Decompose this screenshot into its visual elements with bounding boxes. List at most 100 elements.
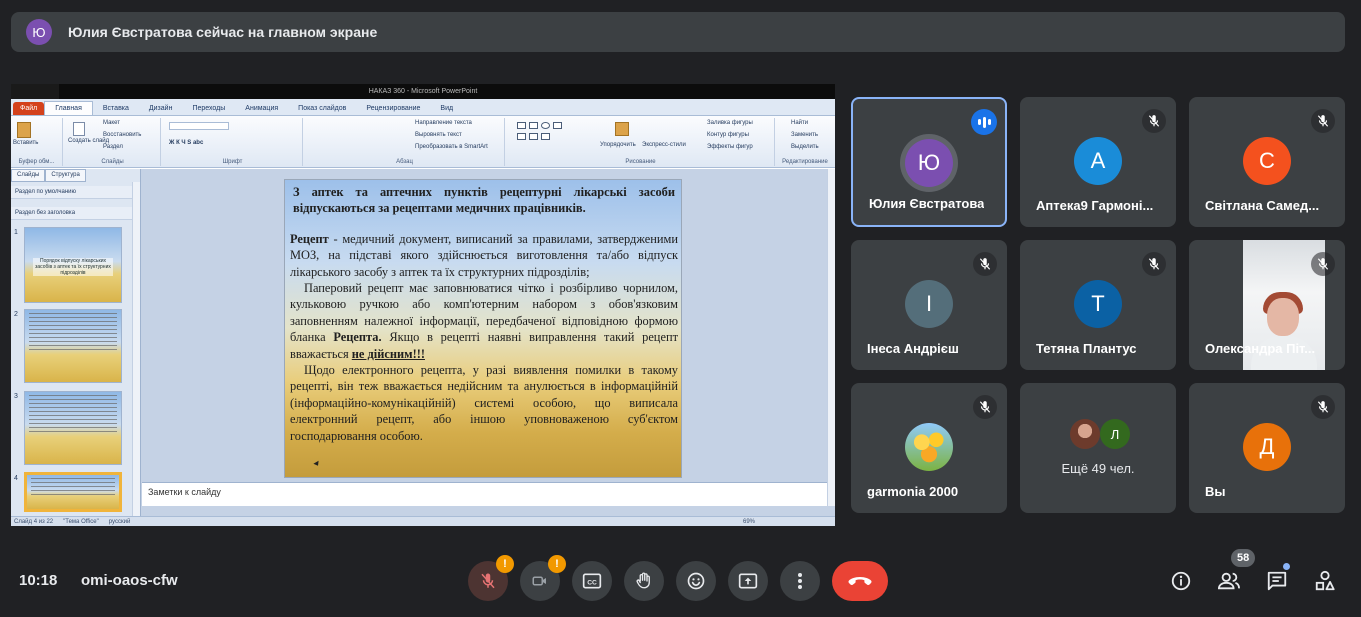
presenting-text: Юлия Євстратова сейчас на главном экране [68, 24, 378, 40]
presenter-avatar: Ю [26, 19, 52, 45]
meeting-code: omi-oaos-cfw [81, 572, 178, 589]
mic-off-icon [1311, 252, 1335, 276]
status-slide: Слайд 4 из 22 [14, 518, 54, 525]
drawing-group-label: Рисование [625, 159, 656, 165]
section-untitled: Раздел без заголовка [11, 207, 140, 220]
status-zoom: 69% [742, 518, 755, 525]
recipe-bold: Рецепта. [333, 330, 382, 345]
text-direction-label: Направление текста [415, 120, 472, 126]
slides-panel-tabs: Слайды Структура [11, 169, 140, 182]
ppt-ribbon: Вставить Буфер обм... Создать слайд Маке… [11, 116, 835, 168]
ribbon-font: Ж К Ч S abc Шрифт [163, 118, 303, 166]
ppt-quick-access [11, 84, 59, 99]
ppt-tab-slideshow: Показ слайдов [298, 105, 347, 112]
ppt-tab-insert: Вставка [102, 105, 129, 112]
invalid-text: не дійсним!!! [351, 346, 425, 361]
people-count-badge: 58 [1231, 549, 1256, 567]
slide-thumb-2 [24, 309, 122, 383]
mic-off-icon [1311, 395, 1335, 419]
shape-triangle-icon [529, 133, 538, 140]
arrange-icon [615, 122, 629, 136]
slide-canvas: З аптек та аптечних пунктів рецептурні л… [142, 169, 827, 480]
chat-icon [1267, 571, 1287, 591]
participant-tile[interactable]: Т Тетяна Плантус [1020, 240, 1176, 370]
activities-button[interactable] [1313, 569, 1337, 593]
more-participants-tile[interactable]: Л Ещё 49 чел. [1020, 383, 1176, 513]
canvas-scrollbar [827, 169, 835, 506]
participant-tile[interactable]: garmonia 2000 [851, 383, 1007, 513]
new-slide-icon [73, 122, 85, 136]
captions-button[interactable]: CC [572, 561, 612, 601]
slide-thumb-1: Порядок відпуску лікарських засобів з ап… [24, 227, 122, 303]
mic-off-icon [1142, 252, 1166, 276]
avatar: Ю [905, 139, 953, 187]
clock: 10:18 [19, 572, 58, 589]
slides-panel-scrollbar [132, 182, 140, 516]
participant-tile-video[interactable]: Олександра Піт... [1189, 240, 1345, 370]
meeting-details-button[interactable] [1169, 569, 1193, 593]
raise-hand-button[interactable] [624, 561, 664, 601]
info-icon [1171, 571, 1191, 591]
mic-off-icon [1311, 109, 1335, 133]
avatar-photo-flowers [905, 423, 953, 471]
shape-line-icon [553, 122, 562, 129]
paste-label: Вставить [13, 140, 39, 146]
participant-tile[interactable]: І Інеса Андрієш [851, 240, 1007, 370]
font-name-box [169, 122, 229, 130]
ppt-title-bar: НАКАЗ 360 - Microsoft PowerPoint [11, 84, 835, 99]
more-options-button[interactable] [780, 561, 820, 601]
chat-button[interactable] [1265, 569, 1289, 593]
ppt-file-tab: Файл [13, 102, 45, 115]
slide-thumb-3 [24, 391, 122, 465]
camera-warning-badge: ! [548, 555, 566, 573]
activities-icon [1315, 570, 1335, 591]
participant-tile-presenter[interactable]: Ю Юлия Євстратова [851, 97, 1007, 227]
shared-screen: НАКАЗ 360 - Microsoft PowerPoint Файл Гл… [11, 84, 835, 526]
emoji-icon [687, 572, 705, 590]
participant-tile[interactable]: А Аптека9 Гармоні... [1020, 97, 1176, 227]
ribbon-editing: Найти Заменить Выделить Редактирование [777, 118, 833, 166]
ppt-tab-animation: Анимация [245, 105, 279, 112]
presenting-banner: Ю Юлия Євстратова сейчас на главном экра… [11, 12, 1345, 52]
end-call-icon [848, 577, 872, 586]
avatar: А [1074, 137, 1122, 185]
shape-outline-label: Контур фигуры [707, 132, 749, 138]
avatar: С [1243, 137, 1291, 185]
slides-panel: Слайды Структура Раздел по умолчанию Раз… [11, 169, 141, 516]
ribbon-paragraph: Направление текста Выровнять текст Преоб… [305, 118, 505, 166]
ppt-status-bar: Слайд 4 из 22 "Тема Office" русский 69% [11, 516, 835, 526]
select-label: Выделить [791, 144, 819, 150]
avatar: Т [1074, 280, 1122, 328]
arrange-label: Упорядочить [600, 142, 636, 148]
participant-name: garmonia 2000 [867, 484, 959, 499]
ribbon-slides: Создать слайд Макет Восстановить Раздел … [65, 118, 161, 166]
participant-name: Світлана Самед... [1205, 198, 1320, 213]
participant-tile[interactable]: С Світлана Самед... [1189, 97, 1345, 227]
ribbon-clipboard: Вставить Буфер обм... [11, 118, 63, 166]
people-icon [1217, 572, 1240, 590]
current-slide: З аптек та аптечних пунктів рецептурні л… [284, 179, 682, 478]
shape-arrow-icon [517, 133, 526, 140]
people-button[interactable] [1217, 569, 1241, 593]
quick-styles-label: Экспресс-стили [642, 142, 686, 148]
avatar: І [905, 280, 953, 328]
mic-warning-badge: ! [496, 555, 514, 573]
video-person-face [1267, 298, 1299, 336]
more-options-icon [798, 573, 802, 589]
participant-tile-self[interactable]: Д Вы [1189, 383, 1345, 513]
slide-notes: Заметки к слайду [142, 482, 827, 506]
outline-tab: Структура [45, 169, 86, 182]
ppt-tab-home: Главная [44, 101, 93, 115]
mic-off-icon [481, 573, 495, 589]
replace-label: Заменить [791, 132, 818, 138]
align-text-label: Выровнять текст [415, 132, 462, 138]
slides-tab: Слайды [11, 169, 46, 182]
present-now-button[interactable] [728, 561, 768, 601]
leave-call-button[interactable] [832, 561, 888, 601]
emoji-reaction-button[interactable] [676, 561, 716, 601]
present-icon [738, 573, 758, 589]
camera-toggle-button[interactable]: ! [520, 555, 566, 601]
status-lang: русский [108, 518, 131, 525]
mic-toggle-button[interactable]: ! [468, 555, 514, 601]
captions-icon: CC [582, 573, 602, 589]
